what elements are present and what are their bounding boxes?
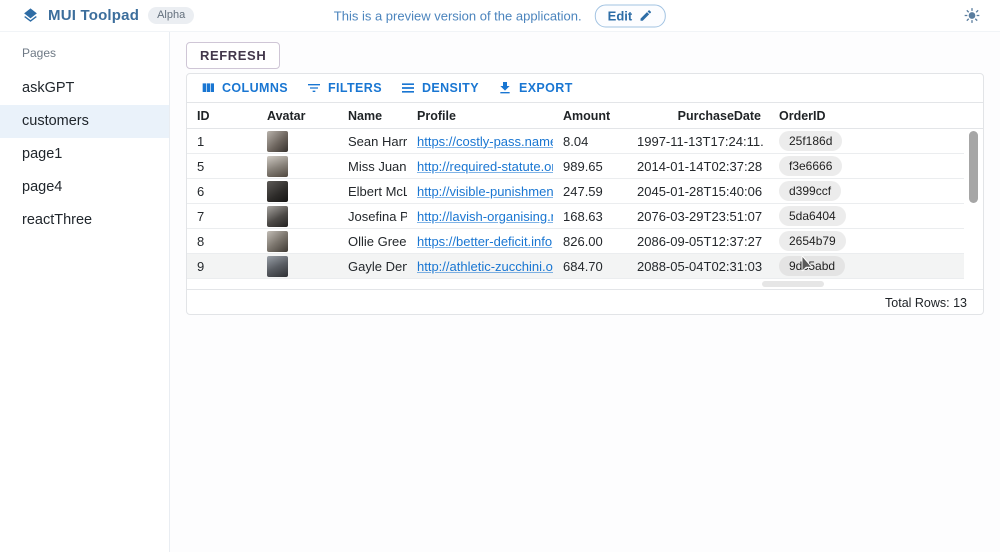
sidebar-item-customers[interactable]: customers xyxy=(0,105,169,138)
column-header-purchasedate[interactable]: PurchaseDate xyxy=(637,109,763,123)
column-header-amount[interactable]: Amount xyxy=(553,109,637,123)
column-header-id[interactable]: ID xyxy=(187,109,257,123)
profile-link[interactable]: https://better-deficit.info xyxy=(417,234,552,249)
column-header-profile[interactable]: Profile xyxy=(407,109,553,123)
order-id-chip: f3e6666 xyxy=(779,156,842,176)
toolpad-logo-icon xyxy=(22,7,39,24)
density-button[interactable]: DENSITY xyxy=(393,77,486,99)
sidebar-section-label: Pages xyxy=(0,44,169,72)
preview-message: This is a preview version of the applica… xyxy=(334,8,582,23)
total-rows-label: Total Rows: 13 xyxy=(885,296,967,310)
order-id-chip: 2654b79 xyxy=(779,231,846,251)
alpha-badge: Alpha xyxy=(148,7,194,24)
table-row[interactable]: 7 Josefina P... http://lavish-organising… xyxy=(187,204,964,229)
order-id-chip: 25f186d xyxy=(779,131,842,151)
avatar xyxy=(267,256,288,277)
preview-banner: This is a preview version of the applica… xyxy=(334,4,666,27)
sidebar-nav: askGPT customers page1 page4 reactThree xyxy=(0,72,169,237)
profile-link[interactable]: http://athletic-zucchini.org xyxy=(417,259,553,274)
data-grid: COLUMNS FILTERS DENSITY EXPORT ID Av xyxy=(186,73,984,315)
grid-header-row: ID Avatar Name Profile Amount PurchaseDa… xyxy=(187,102,983,129)
app-header: MUI Toolpad Alpha This is a preview vers… xyxy=(0,0,1000,32)
profile-link[interactable]: http://required-statute.org xyxy=(417,159,553,174)
sun-icon xyxy=(964,6,980,25)
horizontal-scrollbar xyxy=(187,279,983,289)
filter-list-icon xyxy=(306,80,322,96)
columns-button[interactable]: COLUMNS xyxy=(193,77,295,99)
column-header-name[interactable]: Name xyxy=(338,109,407,123)
filters-button[interactable]: FILTERS xyxy=(299,77,389,99)
sidebar-item-page1[interactable]: page1 xyxy=(0,138,169,171)
grid-footer: Total Rows: 13 xyxy=(187,289,983,315)
edit-button[interactable]: Edit xyxy=(595,4,667,27)
table-row[interactable]: 5 Miss Juan ... http://required-statute.… xyxy=(187,154,964,179)
grid-toolbar: COLUMNS FILTERS DENSITY EXPORT xyxy=(187,74,983,102)
order-id-chip: d399ccf xyxy=(779,181,841,201)
theme-toggle-button[interactable] xyxy=(958,2,986,30)
export-button[interactable]: EXPORT xyxy=(490,77,580,99)
profile-link[interactable]: http://visible-punishment.net xyxy=(417,184,553,199)
table-row[interactable]: 9 Gayle Den... http://athletic-zucchini.… xyxy=(187,254,964,279)
avatar xyxy=(267,131,288,152)
table-row[interactable]: 1 Sean Harris https://costly-pass.name 8… xyxy=(187,129,964,154)
grid-rows: 1 Sean Harris https://costly-pass.name 8… xyxy=(187,129,983,279)
refresh-button[interactable]: REFRESH xyxy=(186,42,280,69)
app-title: MUI Toolpad xyxy=(48,7,139,24)
avatar xyxy=(267,231,288,252)
horizontal-scrollbar-thumb[interactable] xyxy=(762,281,824,287)
sidebar-item-reactthree[interactable]: reactThree xyxy=(0,204,169,237)
download-icon xyxy=(497,80,513,96)
avatar xyxy=(267,156,288,177)
column-header-orderid[interactable]: OrderID xyxy=(763,109,983,123)
avatar xyxy=(267,206,288,227)
vertical-scrollbar-thumb[interactable] xyxy=(969,131,978,203)
sidebar: Pages askGPT customers page1 page4 react… xyxy=(0,32,170,552)
sidebar-item-askgpt[interactable]: askGPT xyxy=(0,72,169,105)
density-icon xyxy=(400,80,416,96)
column-header-avatar[interactable]: Avatar xyxy=(257,109,338,123)
profile-link[interactable]: https://costly-pass.name xyxy=(417,134,553,149)
edit-button-label: Edit xyxy=(608,8,633,23)
sidebar-item-page4[interactable]: page4 xyxy=(0,171,169,204)
avatar xyxy=(267,181,288,202)
order-id-chip: 5da6404 xyxy=(779,206,846,226)
view-column-icon xyxy=(200,80,216,96)
order-id-chip: 9dc5abd xyxy=(779,256,845,276)
main-content: REFRESH COLUMNS FILTERS DENSITY E xyxy=(170,32,1000,552)
profile-link[interactable]: http://lavish-organising.name xyxy=(417,209,553,224)
table-row[interactable]: 6 Elbert McL... http://visible-punishmen… xyxy=(187,179,964,204)
pencil-icon xyxy=(639,9,653,23)
table-row[interactable]: 8 Ollie Green... https://better-deficit.… xyxy=(187,229,964,254)
brand: MUI Toolpad Alpha xyxy=(22,7,194,24)
